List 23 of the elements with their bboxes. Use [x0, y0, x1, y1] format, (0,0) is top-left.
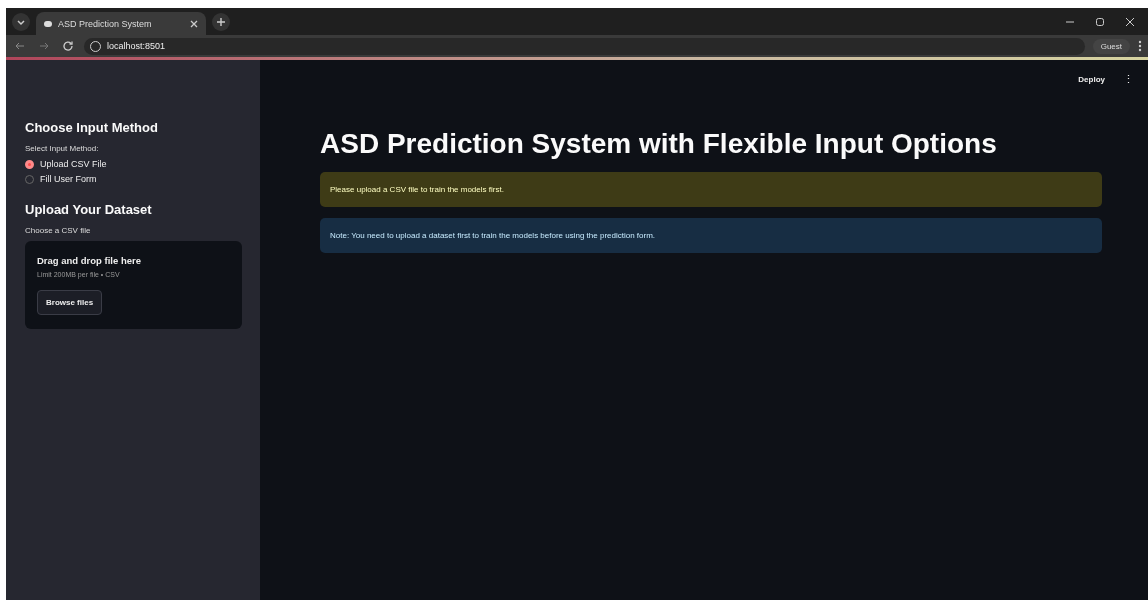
section-heading: Upload Your Dataset: [25, 202, 153, 217]
radio-group-label: Select Input Method:: [25, 144, 100, 153]
address-bar[interactable]: localhost:8501: [84, 37, 1085, 55]
section-heading: Choose Input Method: [25, 120, 159, 135]
dropzone-title: Drag and drop file here: [37, 255, 142, 266]
deploy-button[interactable]: Deploy: [1078, 74, 1105, 84]
browser-menu-icon[interactable]: [1138, 40, 1142, 52]
uploader-label: Choose a CSV file: [25, 226, 92, 235]
new-tab-icon[interactable]: [212, 12, 230, 31]
profile-button[interactable]: Guest: [1092, 38, 1130, 54]
close-icon[interactable]: [190, 19, 198, 28]
page-title: ASD Prediction System with Flexible Input Options: [320, 128, 998, 160]
reload-icon[interactable]: [60, 40, 76, 52]
info-alert: Note: You need to upload a dataset first to train the models before using the prediction form.: [320, 218, 1102, 253]
browser-tab[interactable]: ASD Prediction System: [36, 12, 206, 35]
radio-label[interactable]: Upload CSV File: [40, 159, 107, 169]
browse-files-button[interactable]: Browse files: [37, 290, 103, 315]
warning-alert: Please upload a CSV file to train the models first.: [320, 172, 1102, 207]
menu-button[interactable]: ⋮: [1123, 72, 1134, 86]
tab-menu-icon[interactable]: [12, 12, 30, 31]
radio-label[interactable]: Fill User Form: [40, 174, 97, 184]
radio-button[interactable]: [25, 159, 34, 169]
favicon-icon: [44, 20, 52, 27]
